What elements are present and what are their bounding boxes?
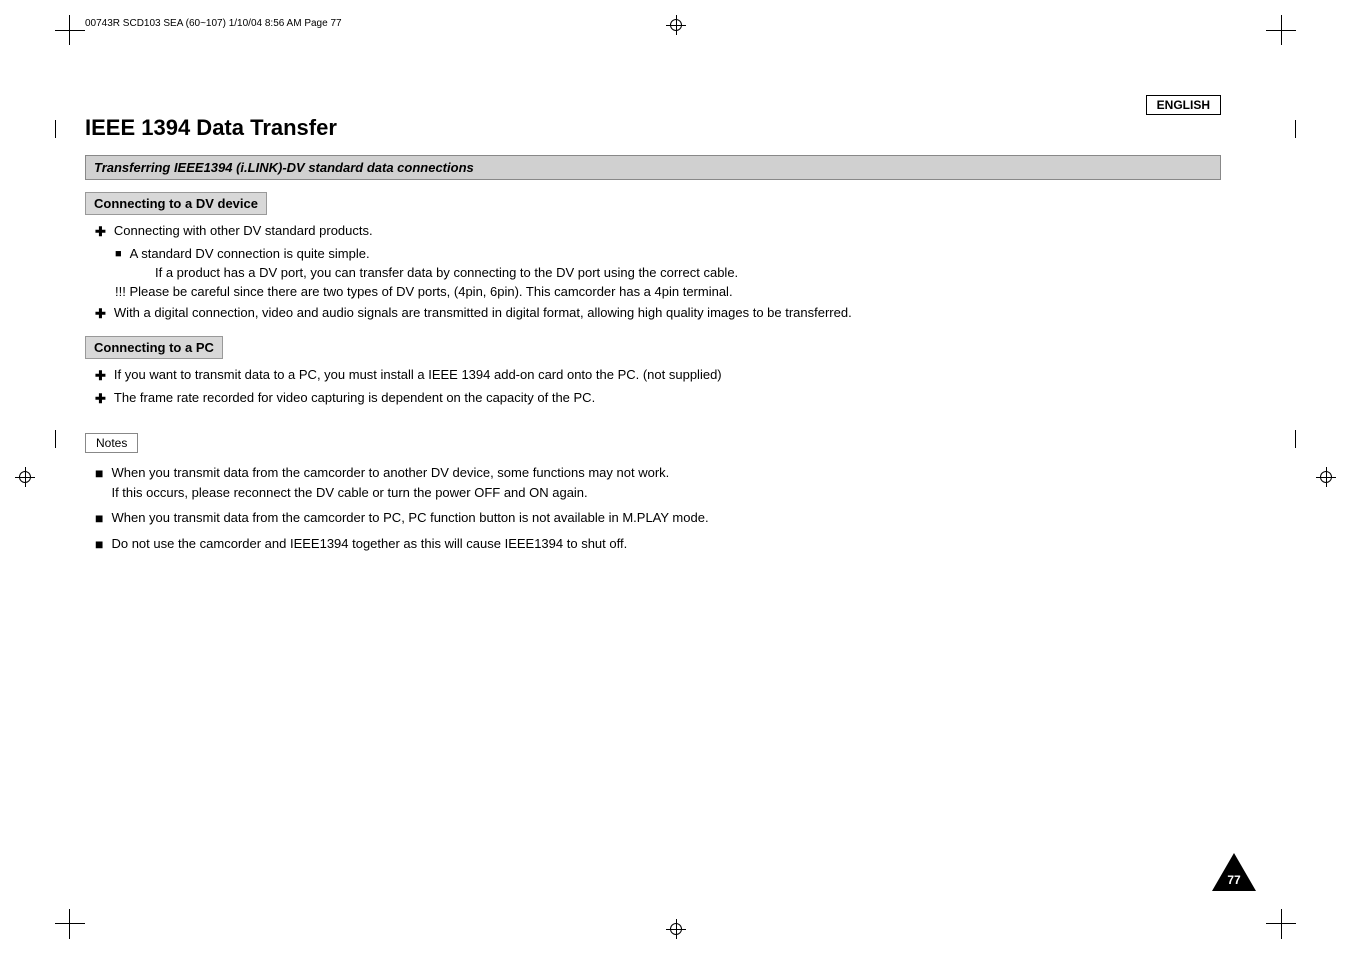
bullet-text: Connecting with other DV standard produc… — [114, 223, 373, 238]
subsection2-heading: Connecting to a PC — [85, 336, 223, 359]
note-text: When you transmit data from the camcorde… — [111, 508, 708, 528]
bullet-text: A standard DV connection is quite simple… — [130, 246, 370, 261]
subsection2-bullets: ✚ If you want to transmit data to a PC, … — [95, 367, 1221, 407]
bullet-item: ■ A standard DV connection is quite simp… — [115, 246, 1221, 261]
page-title: IEEE 1394 Data Transfer — [85, 115, 1221, 141]
content-area: IEEE 1394 Data Transfer Transferring IEE… — [85, 115, 1221, 874]
note-item: ■ When you transmit data from the camcor… — [95, 463, 1221, 502]
crosshair-left — [15, 467, 35, 487]
square-icon: ■ — [115, 248, 122, 260]
square-bullet-icon: ■ — [95, 536, 103, 552]
trim-mark — [69, 909, 70, 939]
bullet-text: !!! Please be careful since there are tw… — [115, 284, 733, 299]
subsection1-heading: Connecting to a DV device — [85, 192, 267, 215]
side-line — [55, 120, 56, 138]
square-bullet-icon: ■ — [95, 465, 103, 481]
indent-text: If a product has a DV port, you can tran… — [155, 265, 1221, 280]
plus-icon: ✚ — [95, 306, 106, 322]
trim-mark — [69, 15, 70, 45]
language-badge: ENGLISH — [1146, 95, 1221, 115]
section-heading-bar: Transferring IEEE1394 (i.LINK)-DV standa… — [85, 155, 1221, 180]
plus-icon: ✚ — [95, 368, 106, 384]
crosshair-bottom — [666, 919, 686, 939]
side-line — [55, 430, 56, 448]
side-line — [1295, 430, 1296, 448]
page-number-area: 77 — [1212, 853, 1256, 894]
bullet-item: ✚ Connecting with other DV standard prod… — [95, 223, 1221, 240]
header-meta: 00743R SCD103 SEA (60~107) 1/10/04 8:56 … — [85, 18, 342, 29]
bullet-item: ✚ With a digital connection, video and a… — [95, 305, 1221, 322]
crosshair-top — [666, 15, 686, 35]
bullet-item: ✚ If you want to transmit data to a PC, … — [95, 367, 1221, 384]
trim-mark — [55, 923, 85, 924]
side-line — [1295, 120, 1296, 138]
bullet-text: The frame rate recorded for video captur… — [114, 390, 595, 405]
subsection1-bullets: ✚ Connecting with other DV standard prod… — [95, 223, 1221, 322]
notes-label: Notes — [85, 433, 138, 453]
page-container: 00743R SCD103 SEA (60~107) 1/10/04 8:56 … — [0, 0, 1351, 954]
plus-icon: ✚ — [95, 391, 106, 407]
trim-mark — [55, 30, 85, 31]
plus-icon: ✚ — [95, 224, 106, 240]
bullet-item: !!! Please be careful since there are tw… — [115, 284, 1221, 299]
bullet-text: With a digital connection, video and aud… — [114, 305, 852, 320]
note-text: When you transmit data from the camcorde… — [111, 463, 669, 502]
trim-mark — [1281, 15, 1282, 45]
note-item: ■ Do not use the camcorder and IEEE1394 … — [95, 534, 1221, 554]
square-bullet-icon: ■ — [95, 510, 103, 526]
page-number: 77 — [1227, 873, 1240, 887]
note-text: Do not use the camcorder and IEEE1394 to… — [111, 534, 627, 554]
notes-section: ■ When you transmit data from the camcor… — [95, 463, 1221, 553]
bullet-text: If you want to transmit data to a PC, yo… — [114, 367, 722, 382]
crosshair-right — [1316, 467, 1336, 487]
trim-mark — [1281, 909, 1282, 939]
bullet-item: ✚ The frame rate recorded for video capt… — [95, 390, 1221, 407]
note-item: ■ When you transmit data from the camcor… — [95, 508, 1221, 528]
